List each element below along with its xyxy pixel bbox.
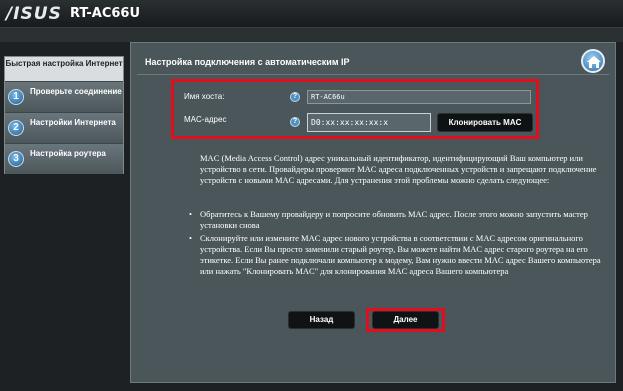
top-bar: /ISUS RT-AC66U: [0, 0, 623, 28]
brand-logo: /ISUS: [6, 4, 62, 24]
mac-address-input[interactable]: D0:xx:xx:xx:xx:x: [307, 113, 431, 132]
sidebar-step-check-connection[interactable]: 1 Проверьте соединение: [5, 81, 123, 112]
sidebar-step-label: Проверьте соединение: [30, 87, 122, 96]
step-number-icon: 3: [8, 151, 24, 167]
sidebar-step-label: Настройки Интернета: [30, 118, 116, 127]
wizard-sidebar: Быстрая настройка Интернет 1 Проверьте с…: [4, 56, 124, 174]
step-number-icon: 1: [8, 89, 24, 105]
main-panel: Настройка подключения с автоматическим I…: [130, 42, 616, 383]
host-name-label: Имя хоста:: [184, 92, 225, 101]
back-button[interactable]: Назад: [288, 311, 355, 329]
home-button[interactable]: [581, 49, 605, 73]
step-number-icon: 2: [8, 120, 24, 136]
list-item: Обратитесь к Вашему провайдеру и попроси…: [189, 209, 609, 231]
help-icon[interactable]: ?: [290, 117, 300, 127]
mac-description: MAC (Media Access Control) адрес уникаль…: [200, 153, 597, 185]
help-icon[interactable]: ?: [290, 92, 300, 102]
home-icon: [587, 56, 601, 68]
sidebar-step-internet-settings[interactable]: 2 Настройки Интернета: [5, 112, 123, 143]
title-divider: [137, 74, 609, 75]
sub-bar: [0, 28, 623, 42]
sidebar-step-router-setup[interactable]: 3 Настройка роутера: [5, 143, 123, 174]
instructions-list: Обратитесь к Вашему провайдеру и попроси…: [189, 209, 609, 279]
list-item: Склонируйте или измените MAC адрес новог…: [189, 233, 609, 277]
page-title: Настройка подключения с автоматическим I…: [145, 57, 350, 67]
mac-address-label: MAC-адрес: [184, 115, 227, 124]
sidebar-step-label: Настройка роутера: [30, 149, 106, 158]
sidebar-heading: Быстрая настройка Интернет: [5, 57, 123, 81]
router-model: RT-AC66U: [70, 6, 141, 21]
next-button[interactable]: Далее: [372, 311, 439, 329]
connection-form-highlight: Имя хоста: ? RT-AC66u MAC-адрес ? D0:xx:…: [171, 79, 539, 139]
clone-mac-button[interactable]: Клонировать MAC: [437, 113, 533, 132]
host-name-input[interactable]: RT-AC66u: [307, 90, 531, 104]
